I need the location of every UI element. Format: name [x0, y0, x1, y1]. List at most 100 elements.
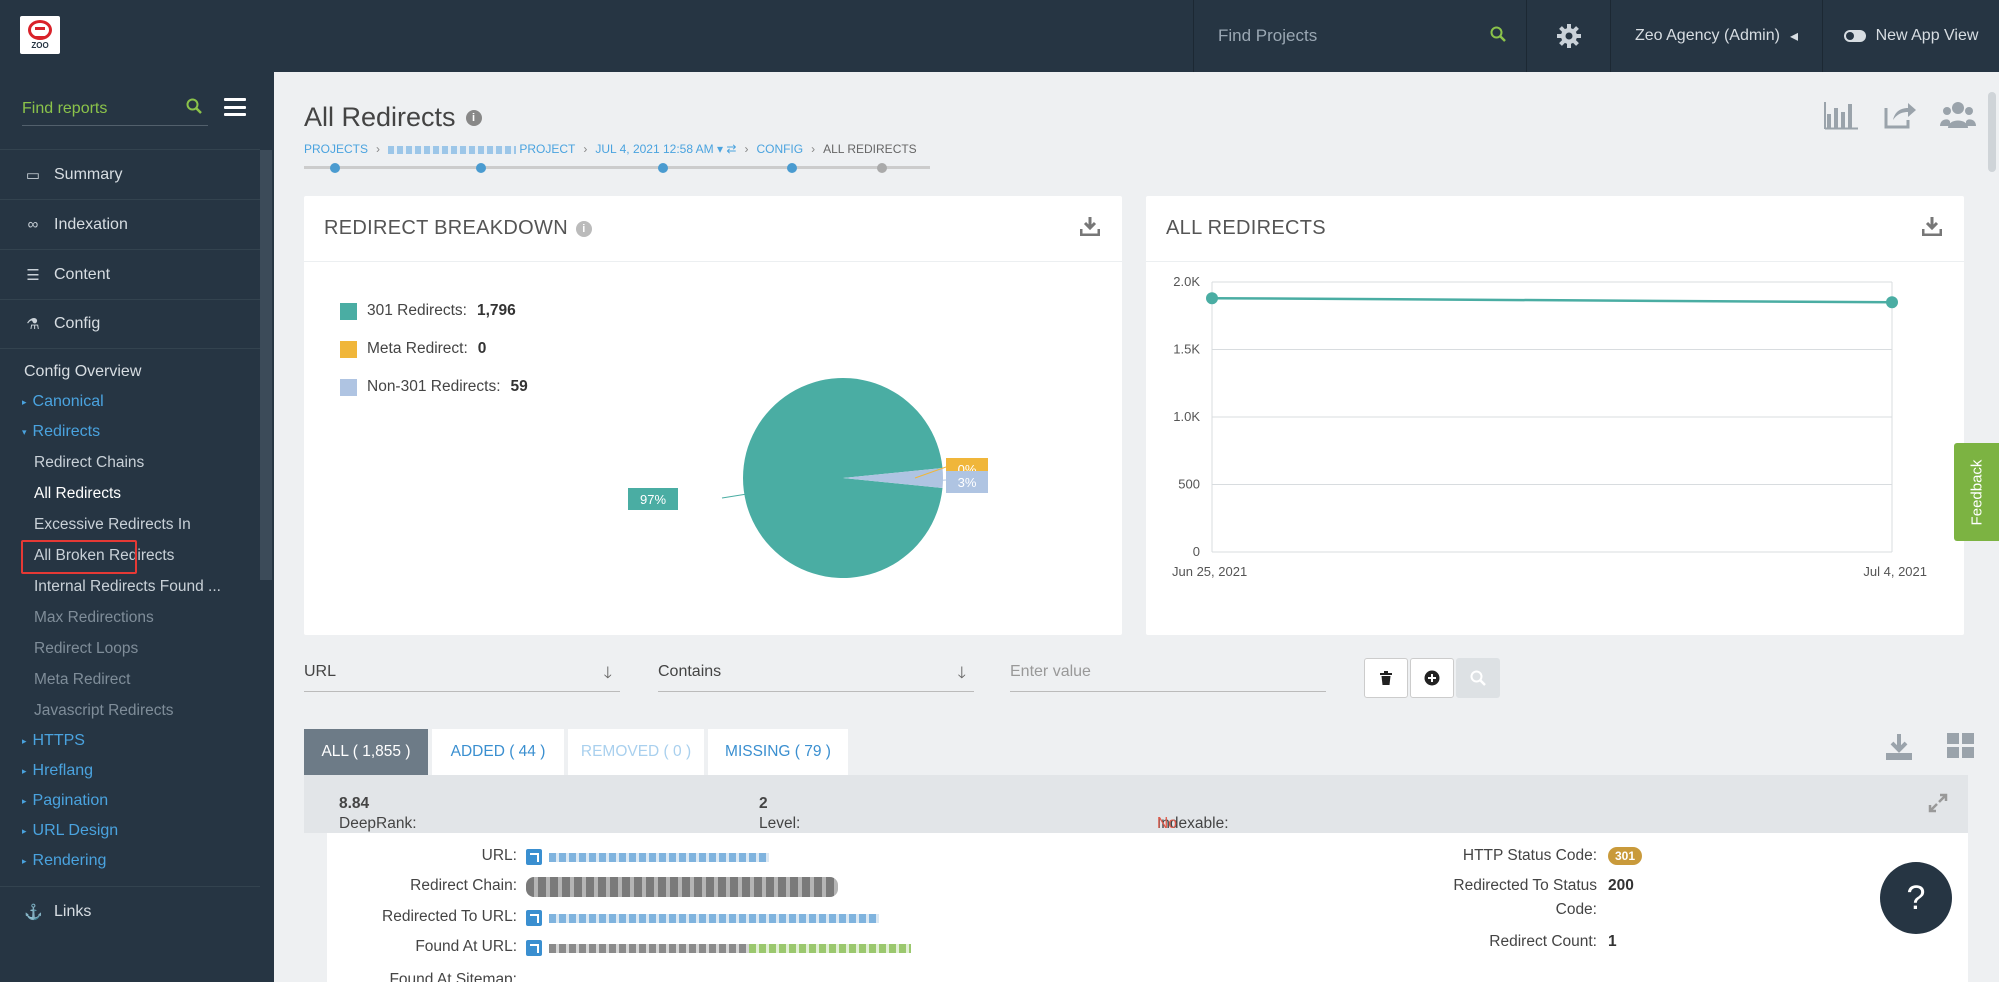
sidebar-item-label: Meta Redirect [34, 670, 131, 688]
new-app-view-toggle[interactable]: New App View [1822, 0, 1999, 72]
breadcrumb-current: ALL REDIRECTS [823, 142, 917, 156]
indexable-value: No [1157, 815, 1177, 832]
data-point[interactable] [1206, 292, 1218, 305]
help-icon: ? [1906, 878, 1926, 917]
sidebar-item-rendering[interactable]: ▸ Rendering [0, 846, 260, 876]
sidebar-item-hreflang[interactable]: ▸ Hreflang [0, 756, 260, 786]
logo[interactable]: ZOO [20, 16, 60, 54]
help-button[interactable]: ? [1880, 862, 1952, 934]
sidebar-item-internal-redirects[interactable]: Internal Redirects Found ... [0, 571, 260, 602]
account-name: Zeo Agency (Admin) [1635, 27, 1780, 44]
sidebar-item-links[interactable]: ⚓ Links [0, 886, 260, 936]
toggle-icon[interactable] [1843, 30, 1866, 42]
clear-filter-button[interactable] [1364, 658, 1408, 698]
sidebar-scrollbar[interactable] [260, 150, 272, 580]
breadcrumb-projects[interactable]: PROJECTS [304, 142, 368, 156]
download-icon[interactable] [1079, 216, 1102, 238]
external-link-icon[interactable] [526, 849, 542, 865]
sidebar-item-meta-redirect[interactable]: Meta Redirect [0, 664, 260, 695]
plus-circle-icon [1424, 670, 1440, 686]
sidebar-item-label: Config [54, 315, 101, 332]
tab-added[interactable]: ADDED ( 44 ) [432, 729, 564, 775]
sidebar-item-config-overview[interactable]: Config Overview [0, 357, 260, 387]
breadcrumb-project[interactable]: PROJECT [388, 142, 575, 156]
breadcrumb-dot[interactable] [330, 163, 340, 173]
redirect-breakdown-panel: REDIRECT BREAKDOWN i 301 Redirects: 1,796… [304, 196, 1122, 635]
sidebar-item-label: Content [54, 265, 111, 283]
sidebar-item-label: Excessive Redirects In [34, 515, 191, 533]
redacted-url[interactable] [549, 853, 769, 862]
found-at-sitemap-label: Found At Sitemap: [389, 971, 517, 982]
breadcrumb-project-label: PROJECT [519, 142, 576, 156]
bar-chart-icon[interactable] [1823, 98, 1861, 132]
caret-right-icon: ▸ [22, 825, 27, 836]
redacted-redirected-url[interactable] [549, 914, 879, 923]
external-link-icon[interactable] [526, 910, 542, 926]
add-filter-button[interactable] [1410, 658, 1454, 698]
sidebar-item-summary[interactable]: ▭ Summary [0, 149, 260, 199]
apply-filter-button[interactable] [1456, 658, 1500, 698]
filter-field-select[interactable]: URL 🡓 [304, 652, 620, 692]
breadcrumb-dot[interactable] [658, 163, 668, 173]
sidebar-item-excessive-redirects[interactable]: Excessive Redirects In [0, 509, 260, 540]
breadcrumb-dot[interactable] [877, 163, 887, 173]
sidebar-item-redirect-loops[interactable]: Redirect Loops [0, 633, 260, 664]
filter-operator-select[interactable]: Contains 🡓 [658, 652, 974, 692]
sidebar-item-redirects[interactable]: ▾ Redirects [0, 417, 260, 447]
caret-right-icon: ▸ [22, 765, 27, 776]
redacted-found-url-path[interactable] [749, 944, 911, 953]
sidebar-item-label: All Redirects [34, 484, 121, 502]
sidebar-item-indexation[interactable]: ∞ Indexation [0, 199, 260, 249]
settings-gear-icon[interactable] [1526, 0, 1610, 72]
redacted-found-url[interactable] [549, 944, 749, 953]
slice-label-non301: 3% [958, 475, 977, 490]
feedback-tab[interactable]: Feedback [1954, 443, 1999, 541]
share-icon[interactable] [1881, 98, 1919, 132]
http-status-code-label: HTTP Status Code: [1462, 847, 1597, 864]
breadcrumb-config[interactable]: CONFIG [756, 142, 803, 156]
sidebar-item-config[interactable]: ⚗ Config [0, 299, 260, 349]
breadcrumb-dot[interactable] [787, 163, 797, 173]
external-link-icon[interactable] [526, 940, 542, 956]
caret-down-icon: ▾ [22, 426, 27, 437]
tab-all[interactable]: ALL ( 1,855 ) [304, 729, 428, 775]
tab-missing[interactable]: MISSING ( 79 ) [708, 729, 848, 775]
record-summary-row[interactable]: DeepRank: 8.84 Level: 2 Indexable: No [304, 775, 1968, 833]
find-projects-input[interactable]: Find Projects [1193, 0, 1526, 72]
info-icon[interactable]: i [465, 109, 482, 126]
sidebar-item-content[interactable]: ☰ Content [0, 249, 260, 299]
sidebar-item-https[interactable]: ▸ HTTPS [0, 726, 260, 756]
y-tick-label: 2.0K [1173, 274, 1200, 289]
find-reports-input[interactable]: Find reports [22, 92, 208, 126]
sidebar-item-all-redirects[interactable]: All Redirects [0, 478, 260, 509]
caret-right-icon: ▸ [22, 396, 27, 407]
download-icon[interactable] [1921, 216, 1944, 238]
account-menu[interactable]: Zeo Agency (Admin) ◂ [1610, 0, 1822, 72]
info-icon[interactable]: i [575, 220, 592, 237]
sidebar-item-redirect-chains[interactable]: Redirect Chains [0, 447, 260, 478]
chevron-right-icon: › [744, 142, 749, 156]
breadcrumb-dot[interactable] [476, 163, 486, 173]
chevron-right-icon: › [583, 142, 588, 156]
sidebar-item-url-design[interactable]: ▸ URL Design [0, 816, 260, 846]
tab-label: ALL ( 1,855 ) [321, 743, 411, 760]
tab-removed[interactable]: REMOVED ( 0 ) [568, 729, 704, 775]
filter-value-input[interactable]: Enter value [1010, 652, 1326, 692]
download-table-icon[interactable] [1884, 732, 1914, 767]
data-point[interactable] [1886, 296, 1898, 309]
grid-view-icon[interactable] [1946, 730, 1976, 765]
hamburger-menu-icon[interactable] [224, 98, 246, 116]
expand-icon[interactable] [1928, 793, 1948, 818]
redirected-status-label-cont: Code: [1555, 901, 1597, 918]
sidebar-item-label: Canonical [32, 393, 104, 410]
sidebar-item-pagination[interactable]: ▸ Pagination [0, 786, 260, 816]
sidebar-item-javascript-redirects[interactable]: Javascript Redirects [0, 695, 260, 726]
breadcrumb-date[interactable]: JUL 4, 2021 12:58 AM ▾ ⇄ [595, 142, 736, 156]
find-projects-placeholder: Find Projects [1218, 26, 1318, 45]
sidebar-item-max-redirections[interactable]: Max Redirections [0, 602, 260, 633]
page-scrollbar[interactable] [1988, 92, 1996, 172]
users-icon[interactable] [1939, 98, 1977, 132]
search-icon[interactable] [186, 98, 202, 119]
search-icon[interactable] [1490, 26, 1506, 47]
sidebar-item-canonical[interactable]: ▸ Canonical [0, 387, 260, 417]
